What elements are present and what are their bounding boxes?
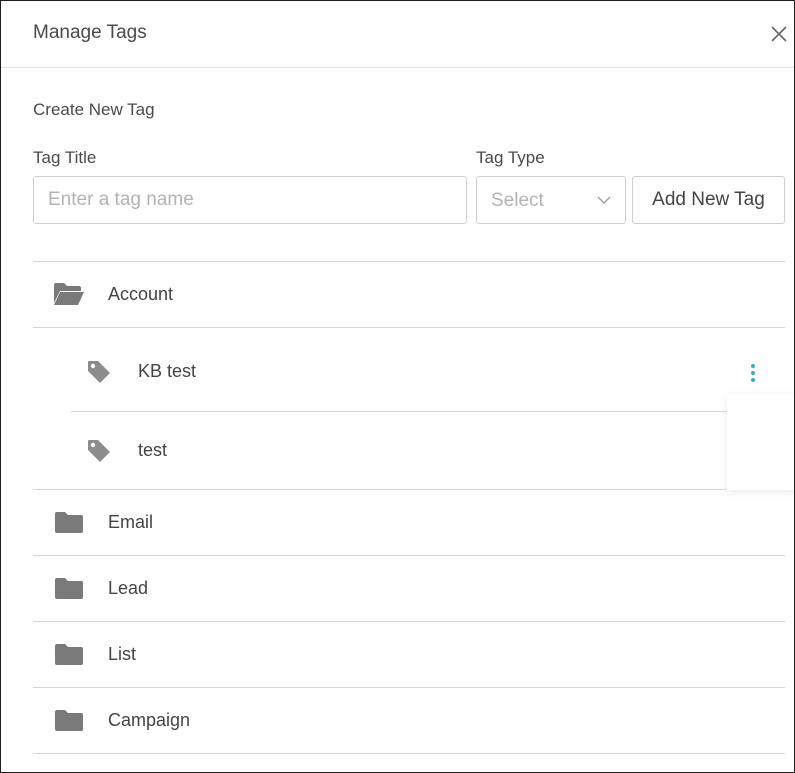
folder-label: Account xyxy=(108,284,174,304)
folder-label: Email xyxy=(108,512,154,532)
divider xyxy=(33,687,785,688)
tag-title-label: Tag Title xyxy=(33,148,97,167)
divider xyxy=(33,621,785,622)
divider xyxy=(33,261,785,262)
tag-icon xyxy=(88,440,110,462)
folder-label: List xyxy=(108,644,137,664)
tag-type-select[interactable]: Select xyxy=(476,176,626,224)
divider xyxy=(33,489,727,490)
folder-icon xyxy=(55,710,83,731)
more-options-icon[interactable] xyxy=(745,361,761,385)
tag-icon xyxy=(88,361,110,383)
add-new-tag-button[interactable]: Add New Tag xyxy=(632,176,785,224)
tag-type-label: Tag Type xyxy=(476,148,545,167)
divider xyxy=(33,753,785,754)
chevron-down-icon xyxy=(597,196,611,204)
folder-label: Lead xyxy=(108,578,149,598)
divider xyxy=(33,327,785,328)
create-new-tag-heading: Create New Tag xyxy=(33,100,155,119)
folder-icon xyxy=(55,512,83,533)
dialog-header: Manage Tags xyxy=(1,1,794,68)
manage-tags-dialog: Manage Tags Create New Tag Tag Title Tag… xyxy=(0,0,795,773)
close-icon[interactable] xyxy=(768,23,790,45)
dialog-title: Manage Tags xyxy=(33,22,147,43)
options-popup xyxy=(727,394,794,490)
tag-type-selected-value: Select xyxy=(491,190,544,211)
tag-label: test xyxy=(138,440,168,460)
folder-icon xyxy=(55,644,83,665)
folder-label: Campaign xyxy=(108,710,191,730)
folder-icon xyxy=(55,578,83,599)
divider xyxy=(71,411,727,412)
tag-label: KB test xyxy=(138,361,197,381)
folder-open-icon xyxy=(54,283,84,305)
tag-title-input[interactable] xyxy=(33,176,467,224)
divider xyxy=(33,555,785,556)
